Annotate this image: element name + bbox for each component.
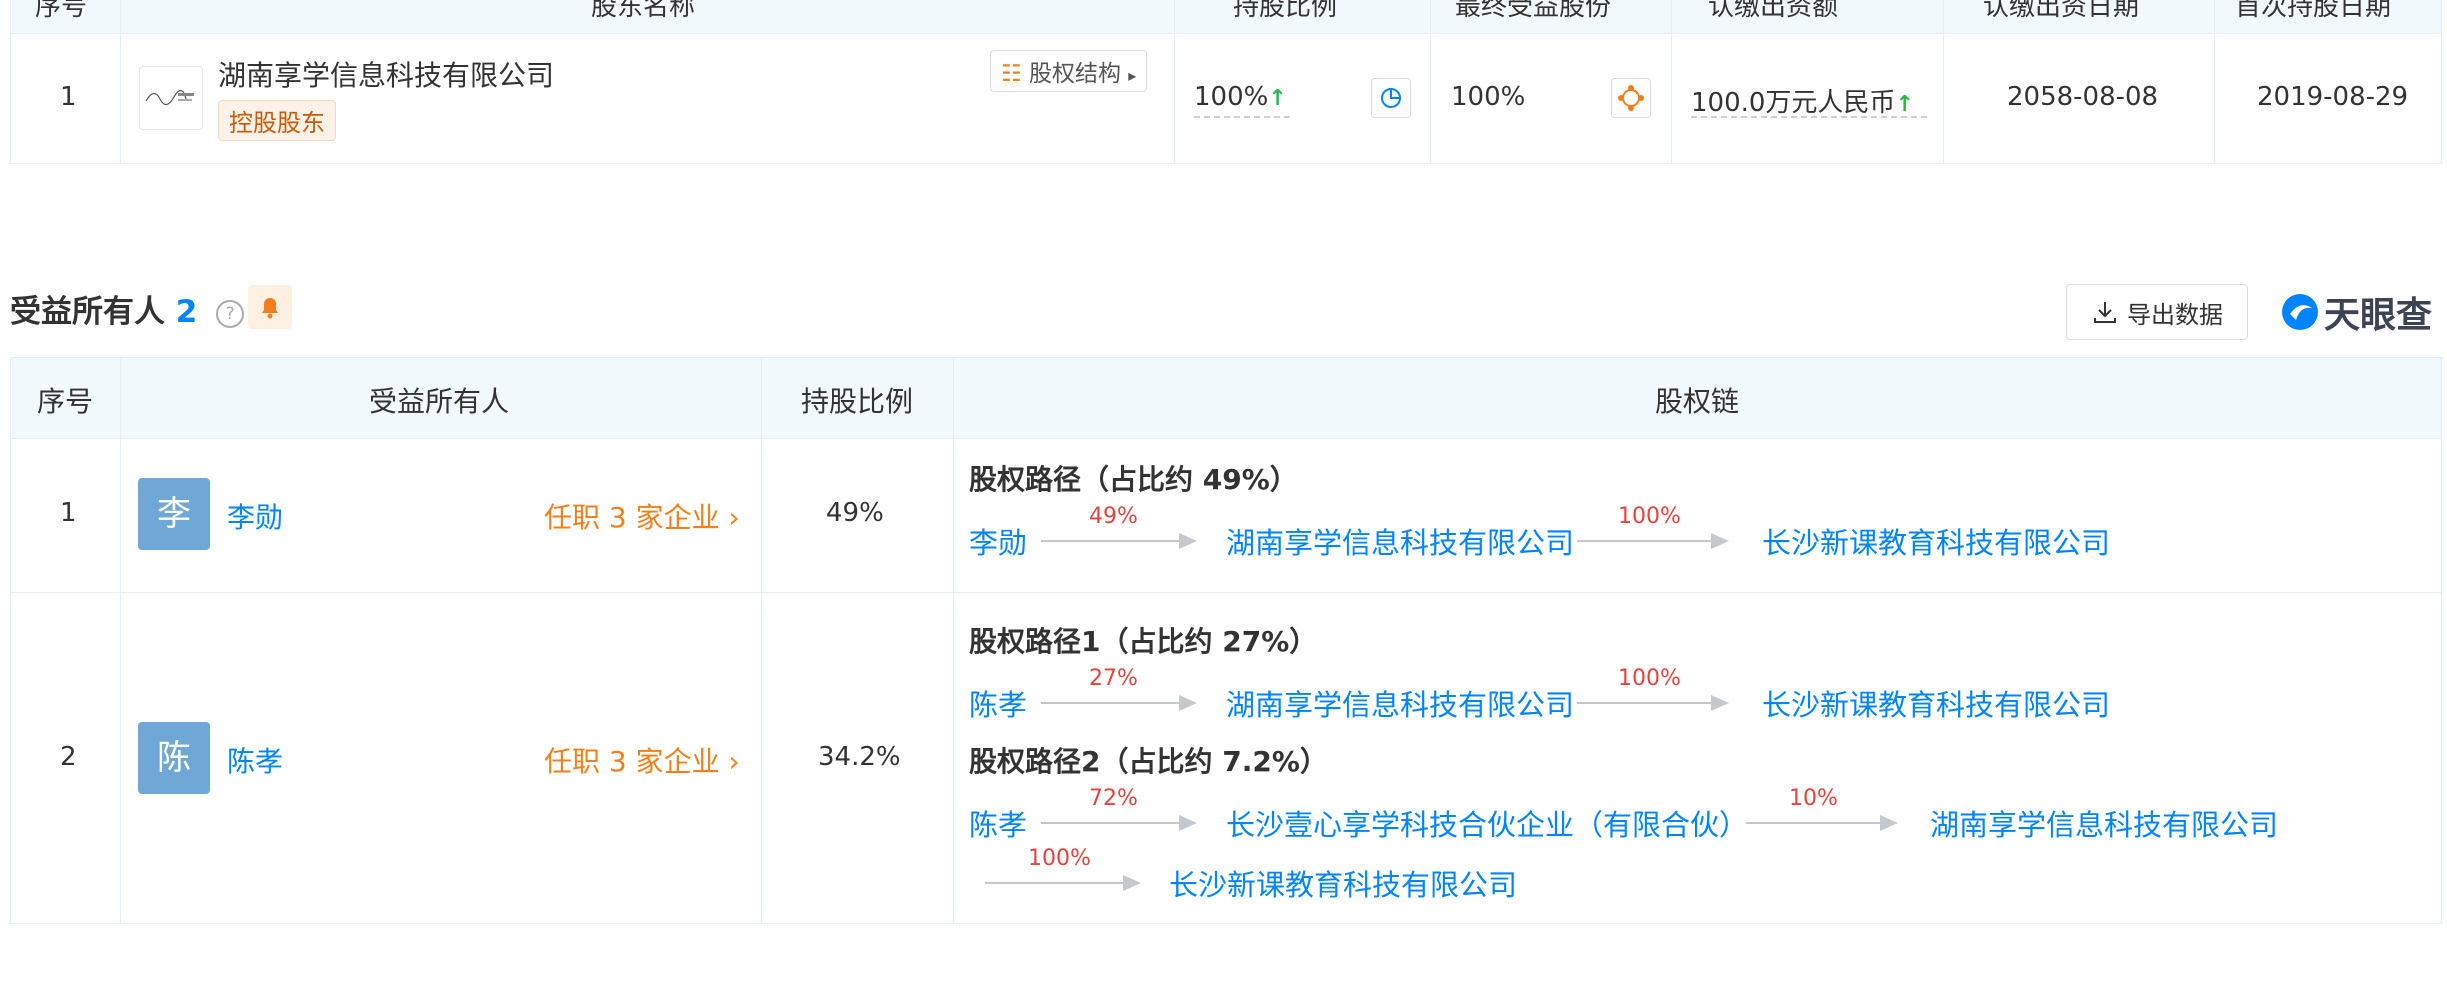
header-shareholder-name: 股东名称 xyxy=(591,0,696,22)
path-title: 股权路径1（占比约 27%） xyxy=(969,625,1318,658)
path-node-link[interactable]: 长沙壹心享学科技合伙企业（有限合伙） xyxy=(1226,802,1748,844)
arrow-right-icon xyxy=(1746,815,1898,831)
ratio-value: 49% xyxy=(826,498,884,528)
shareholder-table-header: 序号 股东名称 持股比例 最终受益股份 认缴出资额 认缴出资日期 首次持股日期 xyxy=(10,0,2442,34)
capital-value: 100.0万元人民币↑ xyxy=(1691,88,1914,118)
company-logo[interactable] xyxy=(139,66,203,130)
tianyancha-logo-icon xyxy=(2282,294,2318,330)
header-ratio: 持股比例 xyxy=(801,385,914,418)
caret-right-icon: ▸ xyxy=(1128,66,1137,85)
path-node-link[interactable]: 湖南享学信息科技有限公司 xyxy=(1226,682,1574,724)
arrow-right-icon xyxy=(985,875,1141,891)
up-arrow-icon: ↑ xyxy=(1268,86,1287,111)
path-percent: 49% xyxy=(1089,504,1138,529)
path-node-link[interactable]: 长沙新课教育科技有限公司 xyxy=(1762,520,2110,562)
capital-date-value: 2058-08-08 xyxy=(2007,82,2159,112)
row-seq: 1 xyxy=(60,82,77,112)
beneficiary-row: 2 陈 陈孝 任职 3 家企业 › 34.2% 股权路径1（占比约 27%） 陈… xyxy=(11,592,2441,923)
monitor-bell-button[interactable] xyxy=(248,285,292,329)
ratio-value: 100%↑ xyxy=(1194,82,1287,112)
arrow-right-icon xyxy=(1041,533,1197,549)
header-capital[interactable]: 认缴出资额 xyxy=(1708,0,1838,23)
header-seq: 序号 xyxy=(35,0,88,22)
equity-structure-button[interactable]: ☷ 股权结构 ▸ xyxy=(990,50,1148,92)
arrow-right-icon xyxy=(1577,695,1729,711)
path-node-link[interactable]: 长沙新课教育科技有限公司 xyxy=(1169,862,1517,904)
beneficiary-section-title: 受益所有人 2 ? xyxy=(10,286,245,331)
pie-chart-button[interactable] xyxy=(1371,78,1411,118)
path-percent: 100% xyxy=(1618,666,1681,691)
shareholder-company-link[interactable]: 湖南享学信息科技有限公司 xyxy=(218,54,554,94)
network-icon xyxy=(1618,85,1644,111)
path-node-link[interactable]: 湖南享学信息科技有限公司 xyxy=(1930,802,2278,844)
path-percent: 27% xyxy=(1089,666,1138,691)
beneficiary-count: 2 xyxy=(175,294,198,330)
header-chain: 股权链 xyxy=(1655,385,1740,418)
row-seq: 2 xyxy=(60,742,77,772)
final-benefit-value: 100% xyxy=(1451,82,1526,112)
path-node-link[interactable]: 陈孝 xyxy=(969,802,1027,844)
path-percent: 10% xyxy=(1789,786,1838,811)
path-node-link[interactable]: 长沙新课教育科技有限公司 xyxy=(1762,682,2110,724)
first-date-value: 2019-08-29 xyxy=(2257,82,2409,112)
header-first-date[interactable]: 首次持股日期 xyxy=(2235,0,2391,23)
avatar[interactable]: 陈 xyxy=(138,722,210,794)
positions-link[interactable]: 任职 3 家企业 › xyxy=(544,740,740,780)
positions-link[interactable]: 任职 3 家企业 › xyxy=(544,496,740,536)
path-percent: 72% xyxy=(1089,786,1138,811)
path-percent: 100% xyxy=(1618,504,1681,529)
path-node-link[interactable]: 李勋 xyxy=(969,520,1027,562)
download-icon xyxy=(2094,302,2116,323)
arrow-right-icon xyxy=(1577,533,1729,549)
header-capital-date[interactable]: 认缴出资日期 xyxy=(1983,0,2139,23)
arrow-right-icon xyxy=(1041,815,1197,831)
pie-chart-icon xyxy=(1381,88,1401,108)
help-icon[interactable]: ? xyxy=(216,299,245,328)
owner-name-link[interactable]: 陈孝 xyxy=(227,740,283,780)
up-arrow-icon: ↑ xyxy=(1895,92,1914,117)
controlling-shareholder-badge: 控股股东 xyxy=(218,100,336,141)
export-data-label: 导出数据 xyxy=(2127,300,2223,329)
beneficiary-row: 1 李 李勋 任职 3 家企业 › 49% 股权路径（占比约 49%） 李勋 4… xyxy=(11,438,2441,593)
header-owner: 受益所有人 xyxy=(369,385,510,418)
header-ratio[interactable]: 持股比例 xyxy=(1233,0,1337,23)
beneficiary-table: 序号 受益所有人 持股比例 股权链 1 李 李勋 任职 3 家企业 › 49% … xyxy=(10,357,2442,924)
path-title: 股权路径2（占比约 7.2%） xyxy=(969,745,1328,778)
path-node-link[interactable]: 湖南享学信息科技有限公司 xyxy=(1226,520,1574,562)
row-seq: 1 xyxy=(60,498,77,528)
owner-name-link[interactable]: 李勋 xyxy=(227,496,283,536)
equity-structure-label: 股权结构 xyxy=(1028,61,1121,87)
shareholder-row: 1 湖南享学信息科技有限公司 控股股东 ☷ 股权结构 ▸ 100%↑ 100% … xyxy=(10,34,2442,164)
export-data-button[interactable]: 导出数据 xyxy=(2066,284,2248,340)
beneficiary-table-header: 序号 受益所有人 持股比例 股权链 xyxy=(11,358,2441,439)
avatar[interactable]: 李 xyxy=(138,478,210,550)
path-node-link[interactable]: 陈孝 xyxy=(969,682,1027,724)
benefit-path-button[interactable] xyxy=(1611,78,1651,118)
path-percent: 100% xyxy=(1028,846,1091,871)
tianyancha-logo: 天眼查 xyxy=(2280,286,2432,338)
chevron-right-icon: › xyxy=(728,745,740,778)
path-title: 股权路径（占比约 49%） xyxy=(969,463,1298,496)
arrow-right-icon xyxy=(1041,695,1197,711)
header-final-benefit[interactable]: 最终受益股份 xyxy=(1455,0,1611,23)
header-seq: 序号 xyxy=(37,385,94,418)
chevron-right-icon: › xyxy=(728,501,740,534)
org-chart-icon: ☷ xyxy=(1001,61,1022,87)
bell-icon xyxy=(262,298,278,319)
ratio-value: 34.2% xyxy=(818,742,901,772)
